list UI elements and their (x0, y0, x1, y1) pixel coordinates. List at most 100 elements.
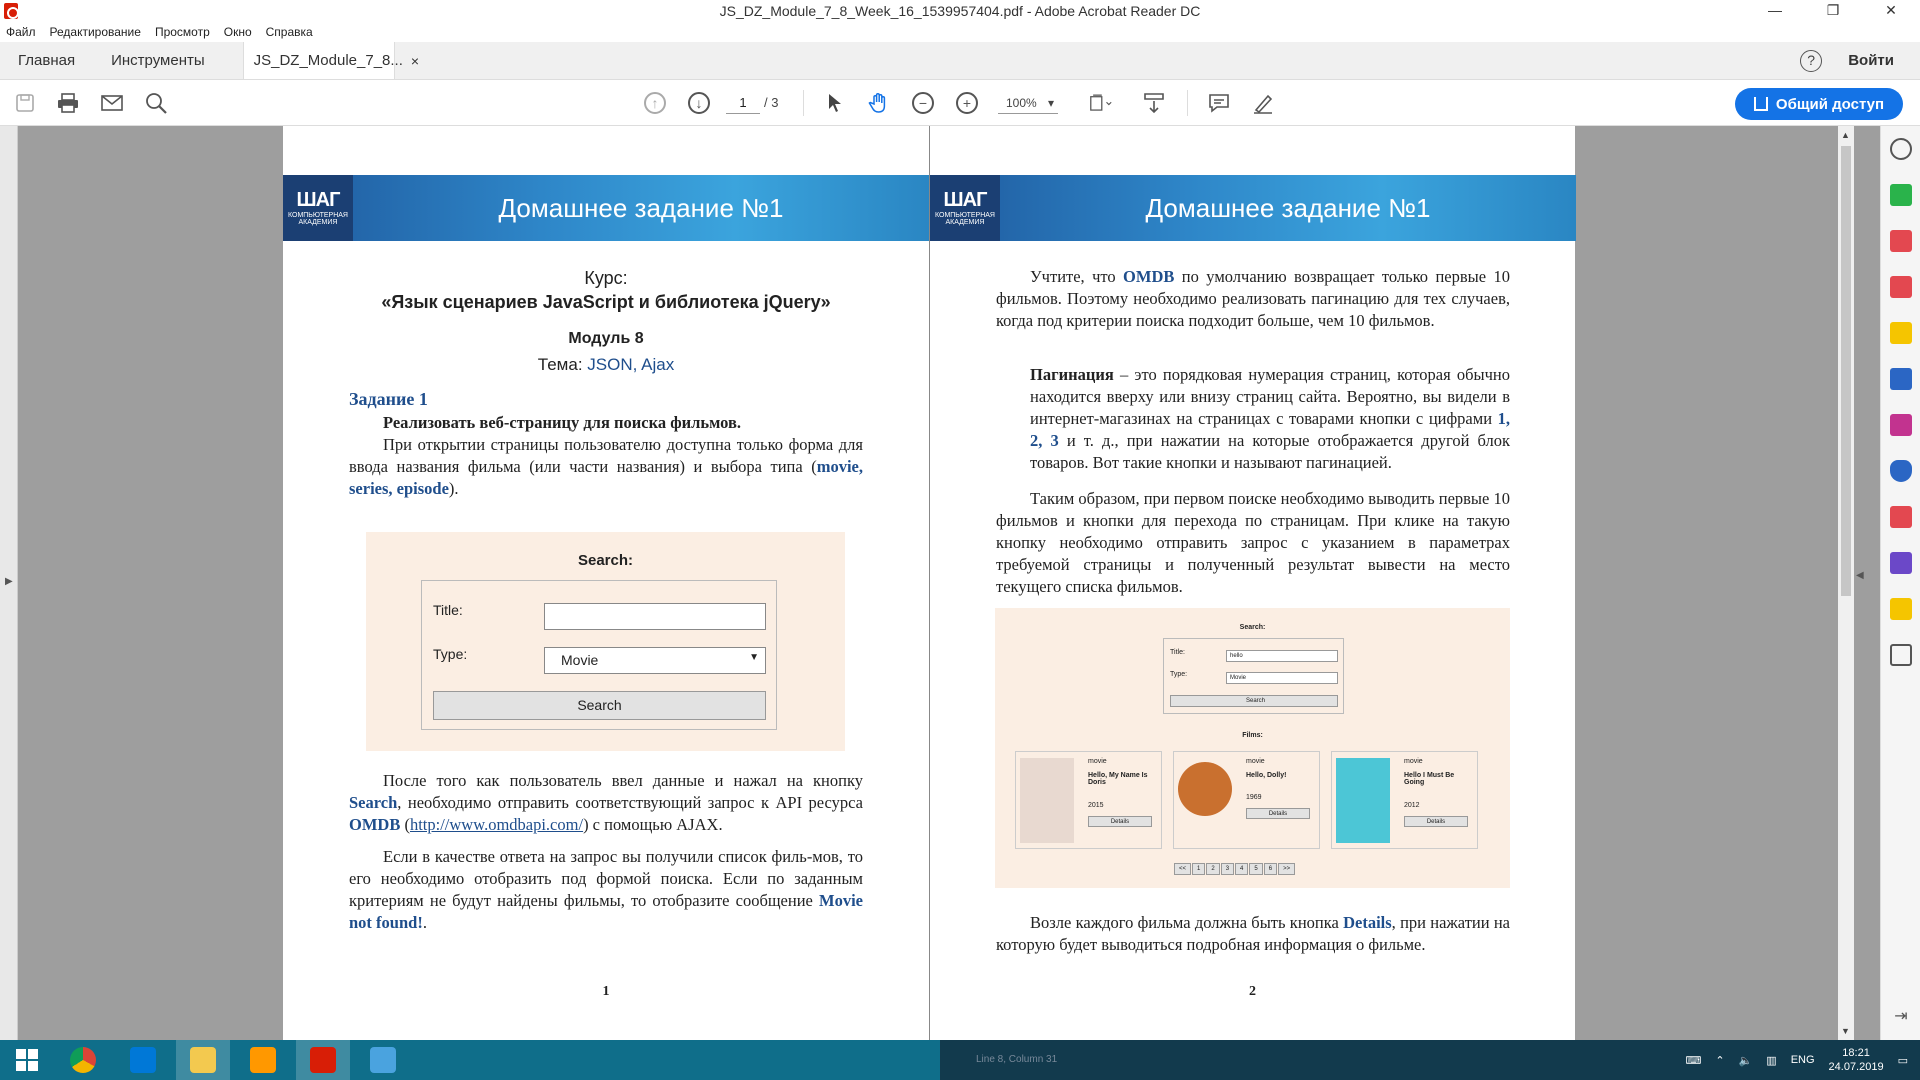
pdf-icon[interactable] (1890, 506, 1912, 528)
export-pdf-icon[interactable] (1890, 184, 1912, 206)
send-icon[interactable] (1890, 598, 1912, 620)
film-poster (1020, 758, 1074, 843)
tab-document[interactable]: JS_DZ_Module_7_8... × (242, 42, 419, 79)
zoom-in-icon[interactable]: + (956, 92, 978, 114)
task-heading: Задание 1 (349, 389, 428, 409)
save-icon[interactable] (14, 92, 36, 114)
step-academy-logo: ШАГ КОМПЬЮТЕРНАЯ АКАДЕМИЯ (283, 175, 353, 241)
right-tools-panel: ⇥ (1880, 126, 1920, 1040)
chevron-down-icon: ▼ (749, 652, 759, 663)
volume-icon[interactable]: 🔈 (1739, 1054, 1753, 1067)
mail-icon[interactable] (101, 92, 123, 114)
expand-left-pane-icon[interactable]: ▶ (5, 576, 13, 587)
acrobat-taskbar-icon[interactable] (296, 1040, 350, 1080)
result-illustration: Search: Title: hello Type: Movie Search … (995, 608, 1510, 888)
zoom-select[interactable]: 100% (998, 92, 1058, 114)
film-poster (1178, 762, 1232, 816)
mini-search-heading: Search: (1239, 624, 1266, 631)
sublime-text-icon[interactable] (236, 1040, 290, 1080)
chrome-icon[interactable] (56, 1040, 110, 1080)
comment-panel-icon[interactable] (1890, 322, 1912, 344)
windows-start-icon[interactable] (0, 1040, 54, 1080)
sign-panel-icon[interactable] (1890, 552, 1912, 574)
combine-icon[interactable] (1890, 368, 1912, 390)
network-icon[interactable]: ▥ (1766, 1054, 1776, 1067)
menu-help[interactable]: Справка (266, 25, 313, 39)
tab-home[interactable]: Главная (0, 42, 93, 79)
help-icon[interactable]: ? (1800, 49, 1823, 72)
mini-type-label: Type: (1170, 671, 1188, 678)
film-title: Hello, Dolly! (1246, 772, 1287, 779)
comment-icon[interactable] (1208, 92, 1230, 114)
vertical-scrollbar[interactable]: ▲ ▼ (1838, 126, 1854, 1040)
title-input-illustration (544, 603, 766, 630)
scroll-up-icon[interactable]: ▲ (1841, 130, 1850, 140)
pagination-paragraph-1: Учтите, что OMDB по умолчанию возвращает… (996, 267, 1510, 330)
banner-title: Домашнее задание №1 (1145, 193, 1431, 223)
sign-icon[interactable] (1252, 92, 1274, 114)
collapse-tools-icon[interactable]: ⇥ (1890, 1006, 1912, 1028)
film-title: Hello, My Name Is Doris (1088, 772, 1148, 786)
page-number-2: 2 (1249, 984, 1256, 999)
menu-edit[interactable]: Редактирование (50, 25, 141, 39)
pdf-page-2: ШАГ КОМПЬЮТЕРНАЯ АКАДЕМИЯ Домашнее задан… (929, 126, 1576, 1040)
select-tool-icon[interactable] (824, 92, 846, 114)
next-page-icon[interactable]: ↓ (688, 92, 710, 114)
vscode-icon[interactable] (116, 1040, 170, 1080)
pager-item: 3 (1220, 863, 1235, 875)
organize-icon[interactable] (1890, 276, 1912, 298)
film-year: 1969 (1246, 794, 1262, 801)
scrollbar-thumb[interactable] (1841, 146, 1851, 596)
page-number-1: 1 (602, 984, 610, 999)
menu-view[interactable]: Просмотр (155, 25, 210, 39)
keyboard-icon[interactable]: ⌨ (1685, 1054, 1701, 1067)
scroll-mode-icon[interactable] (1143, 92, 1165, 114)
pdf-page-1: ШАГ КОМПЬЮТЕРНАЯ АКАДЕМИЯ Домашнее задан… (283, 126, 929, 1040)
share-button[interactable]: Общий доступ (1735, 88, 1903, 120)
collapse-right-pane-icon[interactable]: ◀ (1856, 570, 1864, 581)
zoom-panel-icon[interactable] (1890, 138, 1912, 160)
film-title: Hello I Must Be Going (1404, 772, 1455, 786)
fill-sign-icon[interactable] (1890, 414, 1912, 436)
signin-button[interactable]: Войти (1848, 52, 1894, 69)
zoom-out-icon[interactable]: − (912, 92, 934, 114)
create-pdf-icon[interactable] (1890, 230, 1912, 252)
type-label: Type: (433, 646, 468, 662)
mini-form-box: Title: hello Type: Movie Search (1163, 638, 1344, 714)
page-total: / 3 (764, 95, 779, 110)
topic-heading: Тема: JSON, Ajax (537, 355, 675, 374)
fit-page-icon[interactable] (1090, 92, 1112, 114)
omdb-link[interactable]: http://www.omdbapi.com/ (410, 815, 583, 834)
clock[interactable]: 18:21 24.07.2019 (1829, 1046, 1884, 1074)
tab-bar: Главная Инструменты JS_DZ_Module_7_8... … (0, 42, 1920, 80)
hand-tool-icon[interactable] (868, 92, 890, 114)
menu-window[interactable]: Окно (224, 25, 252, 39)
pager-item: 6 (1263, 863, 1278, 875)
window-title: JS_DZ_Module_7_8_Week_16_1539957404.pdf … (719, 3, 1201, 19)
scroll-down-icon[interactable]: ▼ (1841, 1026, 1850, 1036)
menu-file[interactable]: Файл (6, 25, 36, 39)
search-icon[interactable] (145, 92, 167, 114)
store-icon[interactable] (356, 1040, 410, 1080)
tab-close-icon[interactable]: × (411, 53, 419, 69)
close-window-button[interactable]: ✕ (1862, 0, 1920, 22)
prev-page-icon[interactable]: ↑ (644, 92, 666, 114)
film-details-button: Details (1404, 816, 1468, 827)
minimize-button[interactable]: — (1746, 0, 1804, 22)
share-icon (1753, 97, 1768, 111)
tab-tools[interactable]: Инструменты (93, 42, 223, 79)
windows-taskbar: Line 8, Column 31 ⌨ ⌃ 🔈 ▥ ENG 18:21 24.0… (0, 1040, 1920, 1080)
file-explorer-icon[interactable] (176, 1040, 230, 1080)
mini-type-select: Movie (1226, 672, 1338, 684)
pager-item: 2 (1206, 863, 1220, 875)
language-indicator[interactable]: ENG (1791, 1054, 1815, 1066)
maximize-button[interactable]: ❐ (1804, 0, 1862, 22)
pagination-paragraph-3: Таким образом, при первом поиске необход… (996, 489, 1510, 596)
protect-icon[interactable] (1890, 460, 1912, 482)
page-number-input[interactable]: 1 (726, 92, 760, 114)
tray-chevron-icon[interactable]: ⌃ (1715, 1054, 1724, 1067)
print-icon[interactable] (57, 92, 79, 114)
left-navigation-pane[interactable]: ▶ (0, 126, 18, 1040)
notifications-icon[interactable]: ▭ (1898, 1054, 1908, 1067)
more-tools-icon[interactable] (1890, 644, 1912, 666)
